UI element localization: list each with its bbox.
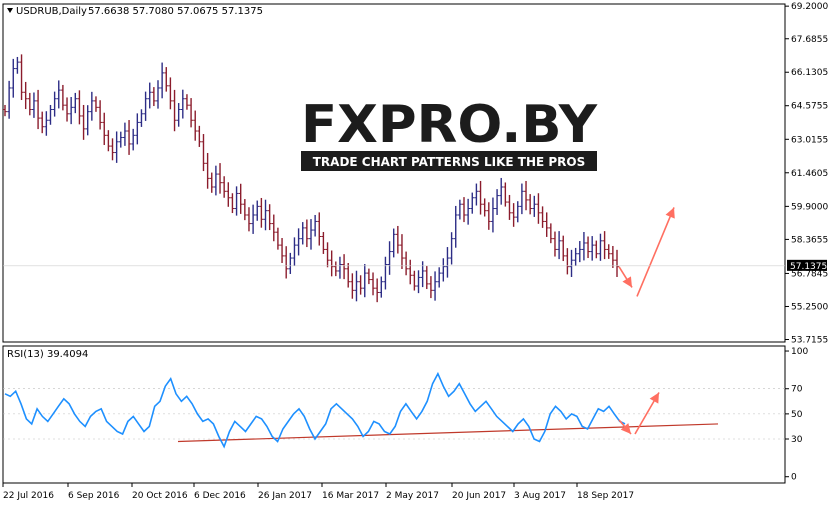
price-tick-label: 64.5755 bbox=[791, 102, 828, 112]
time-axis: 22 Jul 2016 6 Sep 2016 20 Oct 2016 6 Dec 20… bbox=[2, 483, 634, 501]
price-axis: 69.2000 67.6855 66.1305 64.5755 63.0155 61.46… bbox=[785, 2, 828, 346]
rsi-pane bbox=[2, 345, 786, 484]
price-tick-label: 67.6855 bbox=[791, 35, 828, 45]
fxpro-logo: FXPRO.BY TRADE CHART PATTERNS LIKE THE P… bbox=[301, 95, 598, 171]
rsi-tick-label: 70 bbox=[791, 385, 803, 395]
ohlc-values: 57.6638 57.7080 57.0675 57.1375 bbox=[88, 6, 263, 17]
time-tick-label: 16 Mar 2017 bbox=[322, 491, 379, 501]
rsi-label: RSI(13) 39.4094 bbox=[7, 349, 88, 360]
price-tick-label: 59.9000 bbox=[791, 202, 828, 212]
time-tick-label: 6 Dec 2016 bbox=[194, 491, 246, 501]
logo-brand: FXPRO.BY bbox=[301, 95, 598, 155]
time-tick-label: 6 Sep 2016 bbox=[68, 491, 120, 501]
price-tick-label: 63.0155 bbox=[791, 135, 828, 145]
price-tick-label: 53.7155 bbox=[791, 336, 828, 346]
chart-window: USDRUB,Daily 57.6638 57.7080 57.0675 57.… bbox=[0, 0, 829, 505]
time-tick-label: 20 Jun 2017 bbox=[452, 491, 506, 501]
rsi-tick-label: 50 bbox=[791, 410, 803, 420]
rsi-tick-label: 100 bbox=[791, 347, 808, 357]
price-tick-label: 55.2500 bbox=[791, 302, 828, 312]
time-tick-label: 3 Aug 2017 bbox=[514, 491, 566, 501]
price-pane bbox=[2, 3, 786, 343]
symbol-label: USDRUB,Daily bbox=[16, 6, 87, 17]
current-price-text: 57.1375 bbox=[790, 262, 827, 272]
time-tick-label: 18 Sep 2017 bbox=[577, 491, 634, 501]
price-tick-label: 58.3655 bbox=[791, 235, 828, 245]
price-tick-label: 61.4605 bbox=[791, 169, 828, 179]
time-tick-label: 26 Jan 2017 bbox=[258, 491, 312, 501]
time-tick-label: 22 Jul 2016 bbox=[3, 491, 54, 501]
logo-tagline: TRADE CHART PATTERNS LIKE THE PROS bbox=[313, 155, 586, 169]
price-tick-label: 66.1305 bbox=[791, 68, 828, 78]
time-tick-label: 2 May 2017 bbox=[386, 491, 439, 501]
usdrub-chart: USDRUB,Daily 57.6638 57.7080 57.0675 57.… bbox=[2, 2, 828, 501]
price-tick-label: 69.2000 bbox=[791, 2, 828, 12]
rsi-tick-label: 30 bbox=[791, 435, 803, 445]
rsi-tick-label: 0 bbox=[791, 473, 797, 483]
time-tick-label: 20 Oct 2016 bbox=[132, 491, 188, 501]
